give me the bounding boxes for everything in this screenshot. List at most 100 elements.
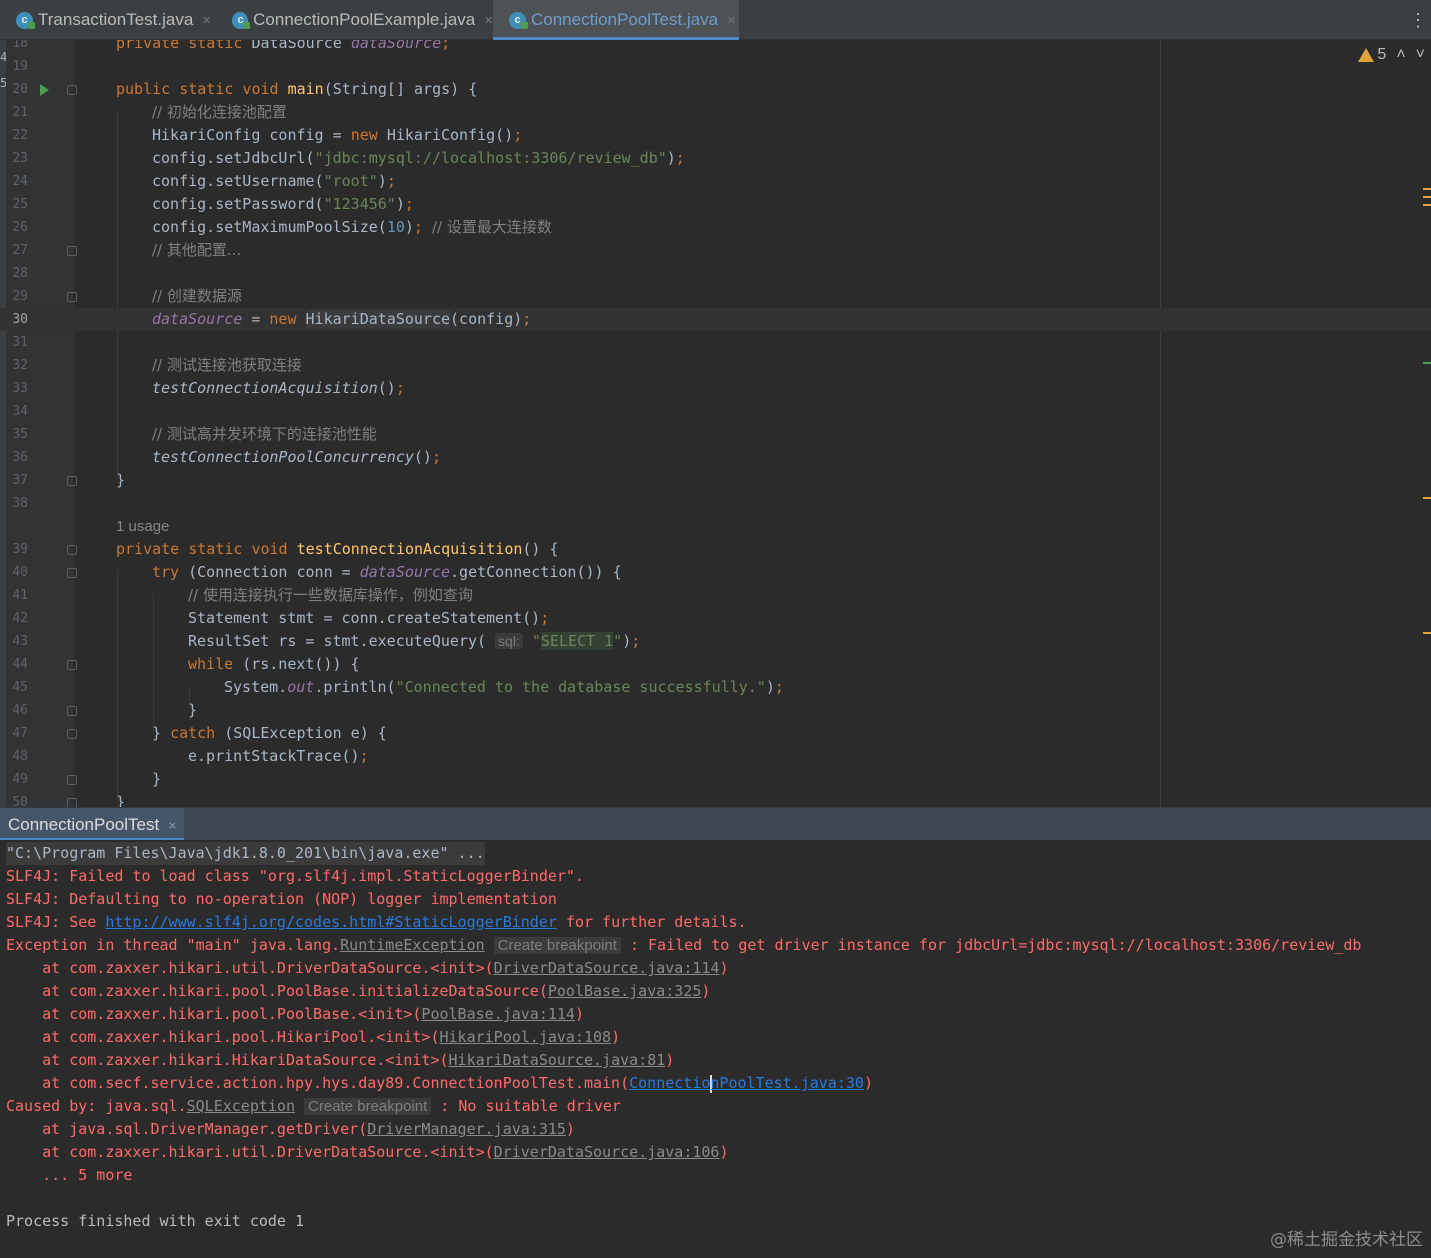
fold-icon[interactable]: [67, 568, 77, 578]
fold-icon[interactable]: [67, 476, 77, 486]
fold-icon[interactable]: [67, 545, 77, 555]
code-text: // 初始化连接池配置: [152, 103, 287, 121]
code-line[interactable]: 19: [0, 55, 1431, 78]
code-line[interactable]: 28: [0, 262, 1431, 285]
console-line: SLF4J: See http://www.slf4j.org/codes.ht…: [6, 913, 747, 931]
source-link[interactable]: HikariDataSource.java:81: [449, 1051, 666, 1069]
source-link[interactable]: PoolBase.java:114: [421, 1005, 575, 1023]
code-line[interactable]: 44 while (rs.next()) {: [0, 653, 1431, 676]
line-number: 46: [12, 703, 28, 718]
code-line[interactable]: 50 }: [0, 791, 1431, 807]
next-highlight-icon[interactable]: ˅: [1416, 46, 1425, 64]
code-line[interactable]: 25 config.setPassword("123456");: [0, 193, 1431, 216]
usages-hint[interactable]: 1 usage: [116, 515, 169, 538]
current-code-line[interactable]: 30 dataSource = new HikariDataSource(con…: [0, 308, 1431, 331]
code-editor[interactable]: 4 5 18 private static DataSource dataSou…: [0, 40, 1431, 807]
change-marker[interactable]: [1423, 362, 1431, 364]
run-icon[interactable]: [40, 84, 49, 96]
tab-connection-pool-example[interactable]: c ConnectionPoolExample.java ×: [216, 0, 493, 40]
code-line[interactable]: 37 }: [0, 469, 1431, 492]
tab-connection-pool-test[interactable]: c ConnectionPoolTest.java ×: [493, 0, 739, 40]
code-line[interactable]: 42 Statement stmt = conn.createStatement…: [0, 607, 1431, 630]
warning-marker[interactable]: [1423, 497, 1431, 499]
code-line[interactable]: 36 testConnectionPoolConcurrency();: [0, 446, 1431, 469]
fold-icon[interactable]: [67, 246, 77, 256]
code-text: public static void main(String[] args) {: [116, 80, 478, 98]
code-line[interactable]: 24 config.setUsername("root");: [0, 170, 1431, 193]
create-breakpoint-link[interactable]: Create breakpoint: [493, 937, 621, 954]
code-text: System.out.println("Connected to the dat…: [224, 678, 784, 696]
close-icon[interactable]: ×: [202, 12, 211, 29]
code-line[interactable]: 47 } catch (SQLException e) {: [0, 722, 1431, 745]
fold-icon[interactable]: [67, 775, 77, 785]
console-line: SLF4J: Defaulting to no-operation (NOP) …: [6, 890, 557, 908]
line-number: 25: [12, 197, 28, 212]
line-number: 30: [12, 312, 28, 327]
source-link[interactable]: DriverDataSource.java:114: [494, 959, 720, 977]
code-line[interactable]: 46 }: [0, 699, 1431, 722]
code-line[interactable]: 48 e.printStackTrace();: [0, 745, 1431, 768]
close-icon[interactable]: ×: [168, 817, 176, 833]
console-line: SLF4J: Failed to load class "org.slf4j.i…: [6, 867, 584, 885]
line-number: 32: [12, 358, 28, 373]
warning-marker[interactable]: [1423, 204, 1431, 206]
code-line[interactable]: 22 HikariConfig config = new HikariConfi…: [0, 124, 1431, 147]
close-icon[interactable]: ×: [727, 12, 736, 29]
run-tab[interactable]: ConnectionPoolTest ×: [0, 808, 185, 841]
tab-transaction-test[interactable]: c TransactionTest.java ×: [0, 0, 216, 40]
java-class-file-icon: c: [232, 11, 251, 29]
code-text: dataSource = new HikariDataSource(config…: [152, 310, 532, 328]
fold-icon[interactable]: [67, 660, 77, 670]
inspection-widget[interactable]: 5 ˄ ˅: [1358, 46, 1425, 64]
code-line[interactable]: 31: [0, 331, 1431, 354]
line-number: 45: [12, 680, 28, 695]
line-number: 20: [12, 82, 28, 97]
watermark: @稀土掘金技术社区: [1270, 1230, 1423, 1250]
code-line[interactable]: 45 System.out.println("Connected to the …: [0, 676, 1431, 699]
code-line[interactable]: 38: [0, 492, 1431, 515]
fold-icon[interactable]: [67, 85, 77, 95]
code-line[interactable]: 27 // 其他配置...: [0, 239, 1431, 262]
exception-class-link[interactable]: SQLException: [187, 1097, 295, 1115]
console-command-line[interactable]: "C:\Program Files\Java\jdk1.8.0_201\bin\…: [6, 842, 485, 865]
line-number: 26: [12, 220, 28, 235]
source-link[interactable]: HikariPool.java:108: [439, 1028, 611, 1046]
previous-highlight-icon[interactable]: ˄: [1396, 46, 1405, 64]
code-line[interactable]: 43 ResultSet rs = stmt.executeQuery( sql…: [0, 630, 1431, 653]
exception-class-link[interactable]: RuntimeException: [340, 936, 485, 954]
fold-icon[interactable]: [67, 798, 77, 807]
code-line[interactable]: 20 public static void main(String[] args…: [0, 78, 1431, 101]
code-text: Statement stmt = conn.createStatement();: [188, 609, 550, 627]
line-number: 34: [12, 404, 28, 419]
warning-marker[interactable]: [1423, 196, 1431, 198]
source-link[interactable]: DriverManager.java:315: [367, 1120, 566, 1138]
run-console[interactable]: "C:\Program Files\Java\jdk1.8.0_201\bin\…: [0, 840, 1431, 1258]
url-link[interactable]: http://www.slf4j.org/codes.html#StaticLo…: [105, 913, 557, 931]
code-line[interactable]: 34: [0, 400, 1431, 423]
code-line[interactable]: 21 // 初始化连接池配置: [0, 101, 1431, 124]
more-tabs-icon[interactable]: ⋮: [1409, 10, 1427, 31]
fold-icon[interactable]: [67, 706, 77, 716]
code-line[interactable]: 49 }: [0, 768, 1431, 791]
line-number: 28: [12, 266, 28, 281]
fold-icon[interactable]: [67, 729, 77, 739]
code-line[interactable]: 29 // 创建数据源: [0, 285, 1431, 308]
source-link[interactable]: PoolBase.java:325: [548, 982, 702, 1000]
warning-marker[interactable]: [1423, 188, 1431, 190]
warning-marker[interactable]: [1423, 632, 1431, 634]
code-line[interactable]: 41 // 使用连接执行一些数据库操作，例如查询: [0, 584, 1431, 607]
source-link[interactable]: ConnectionPoolTest.java:30: [629, 1074, 864, 1093]
create-breakpoint-link[interactable]: Create breakpoint: [304, 1098, 432, 1115]
code-line[interactable]: 32 // 测试连接池获取连接: [0, 354, 1431, 377]
code-line[interactable]: 35 // 测试高并发环境下的连接池性能: [0, 423, 1431, 446]
code-line[interactable]: 33 testConnectionAcquisition();: [0, 377, 1431, 400]
code-line[interactable]: 23 config.setJdbcUrl("jdbc:mysql://local…: [0, 147, 1431, 170]
code-line[interactable]: 39 private static void testConnectionAcq…: [0, 538, 1431, 561]
code-line[interactable]: 40 try (Connection conn = dataSource.get…: [0, 561, 1431, 584]
stack-trace-more: ... 5 more: [6, 1166, 133, 1184]
close-icon[interactable]: ×: [484, 12, 493, 29]
code-line[interactable]: 18 private static DataSource dataSource;: [0, 40, 1431, 55]
source-link[interactable]: DriverDataSource.java:106: [494, 1143, 720, 1161]
code-line[interactable]: 26 config.setMaximumPoolSize(10); // 设置最…: [0, 216, 1431, 239]
fold-icon[interactable]: [67, 292, 77, 302]
